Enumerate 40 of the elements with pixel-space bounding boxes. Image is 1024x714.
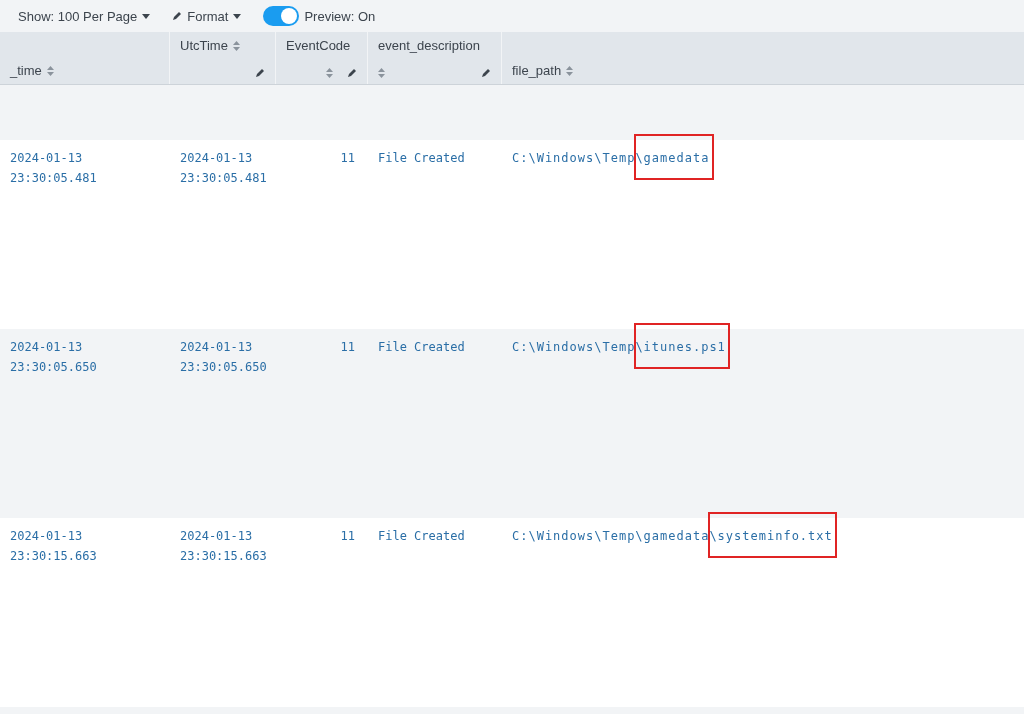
pencil-icon[interactable] <box>347 68 357 78</box>
table-cell-text: 23:30:15.663 <box>180 548 266 565</box>
format-menu[interactable]: Format <box>172 8 242 24</box>
sort-icon[interactable] <box>232 40 240 51</box>
table-cell-text: File Created <box>378 339 466 356</box>
table-cell-text: 23:30:05.650 <box>10 359 98 376</box>
table-cell-text: 11 <box>339 528 355 545</box>
file-path: C:\Windows\Temp\itunes.ps1 <box>512 339 726 356</box>
sort-icon[interactable] <box>378 68 385 78</box>
table-cell-text: 11 <box>339 339 355 356</box>
table-cell-text: 2024-01-13 <box>10 150 84 167</box>
column-header[interactable]: _time <box>10 63 42 78</box>
table-cell-text: 2024-01-13 <box>10 339 84 356</box>
table-cell-text: 2024-01-13 <box>180 150 254 167</box>
pencil-icon[interactable] <box>172 11 183 21</box>
table-cell-text: 23:30:05.481 <box>180 170 266 187</box>
caret-icon <box>233 13 242 19</box>
table-cell-text: 23:30:05.650 <box>180 359 266 376</box>
preview-toggle[interactable]: Preview: On <box>263 6 376 26</box>
column-header[interactable]: EventCode <box>286 38 351 53</box>
file-path: C:\Windows\Temp\gamedata <box>512 150 710 167</box>
table-cell-text: File Created <box>378 150 466 167</box>
table-cell-text: 23:30:05.481 <box>10 170 98 187</box>
column-header[interactable]: event_description <box>378 38 480 53</box>
sort-icon[interactable] <box>46 65 54 76</box>
column-header[interactable]: UtcTime <box>180 38 228 53</box>
table-cell-text: 23:30:15.663 <box>10 548 98 565</box>
file-path: C:\Windows\Temp\gamedata\systeminfo.txt <box>512 528 833 545</box>
caret-icon <box>142 13 151 19</box>
table-cell-text: 2024-01-13 <box>180 528 254 545</box>
sort-icon[interactable] <box>326 68 333 78</box>
pencil-icon[interactable] <box>255 68 265 78</box>
table-cell-text: 2024-01-13 <box>10 528 84 545</box>
column-header[interactable]: file_path <box>512 63 562 78</box>
pencil-icon[interactable] <box>481 68 491 78</box>
table-cell-text: 2024-01-13 <box>180 339 254 356</box>
table-cell-text: File Created <box>378 528 466 545</box>
sort-icon[interactable] <box>566 65 574 76</box>
table-cell-text: 11 <box>339 150 355 167</box>
page-size-dropdown[interactable]: Show: 100 Per Page <box>18 8 151 24</box>
